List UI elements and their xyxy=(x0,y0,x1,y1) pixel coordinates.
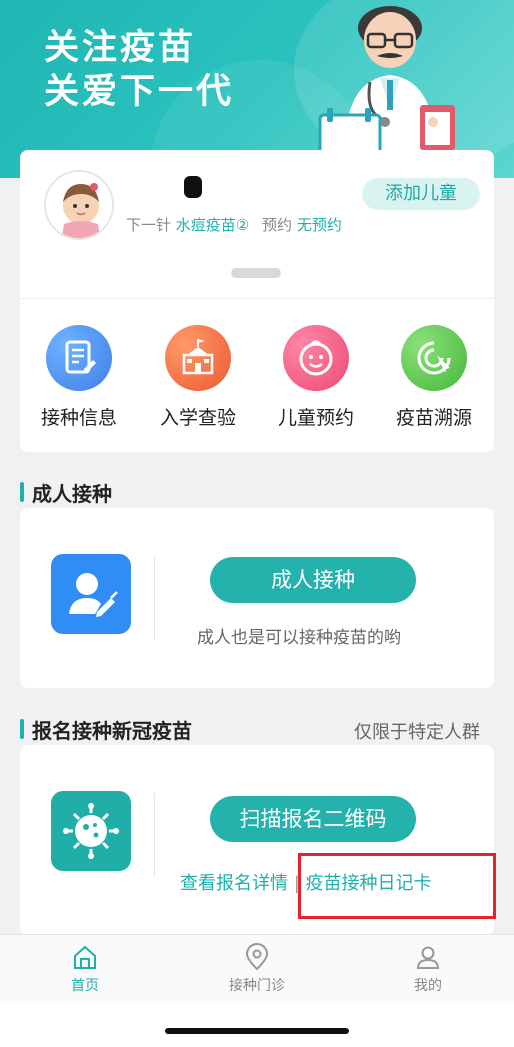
appointment-status[interactable]: 无预约 xyxy=(297,216,342,234)
covid-section-title: 报名接种新冠疫苗 xyxy=(20,715,192,744)
baby-face-icon xyxy=(283,325,349,391)
child-card: 添加儿童 下一针 水痘疫苗② 预约 无预约 接种信息 入学查验 儿童预约 疫苗溯… xyxy=(20,150,494,452)
quick-action-label: 接种信息 xyxy=(40,407,117,429)
location-pin-icon xyxy=(245,943,269,971)
appointment-label: 预约 xyxy=(262,216,293,234)
carousel-indicator[interactable] xyxy=(231,268,281,278)
bottom-tab-bar: 首页 接种门诊 我的 xyxy=(0,934,514,1004)
quick-action-vaccination-info[interactable]: 接种信息 xyxy=(29,325,129,430)
tab-me[interactable]: 我的 xyxy=(378,943,478,995)
divider xyxy=(20,298,494,299)
redacted-name xyxy=(138,176,202,198)
quick-action-label: 儿童预约 xyxy=(277,407,354,429)
banner-title-line2: 关爱下一代 xyxy=(44,72,235,112)
highlight-box xyxy=(298,853,496,919)
tab-home[interactable]: 首页 xyxy=(35,943,135,995)
school-icon xyxy=(165,325,231,391)
banner-title: 关注疫苗 关爱下一代 xyxy=(44,26,234,114)
adult-vaccination-card: 成人接种 成人也是可以接种疫苗的哟 xyxy=(20,508,494,688)
document-edit-icon xyxy=(46,325,112,391)
adult-vaccination-icon xyxy=(51,554,131,634)
quick-action-vaccine-trace[interactable]: 疫苗溯源 xyxy=(384,325,484,430)
adult-vaccination-button[interactable]: 成人接种 xyxy=(210,557,416,603)
tab-me-label: 我的 xyxy=(414,978,442,994)
view-registration-details-link[interactable]: 查看报名详情 xyxy=(180,873,288,894)
scan-qr-button[interactable]: 扫描报名二维码 xyxy=(210,796,416,842)
quick-action-school-check[interactable]: 入学查验 xyxy=(148,325,248,430)
tab-clinic[interactable]: 接种门诊 xyxy=(207,943,307,995)
home-indicator[interactable] xyxy=(165,1028,349,1034)
home-icon xyxy=(74,945,96,969)
divider xyxy=(154,793,155,877)
quick-action-label: 疫苗溯源 xyxy=(395,407,472,429)
tab-clinic-label: 接种门诊 xyxy=(229,978,285,994)
quick-action-label: 入学查验 xyxy=(159,407,236,429)
virus-icon xyxy=(51,791,131,871)
divider xyxy=(154,556,155,640)
add-child-button[interactable]: 添加儿童 xyxy=(362,178,480,210)
quick-action-child-appointment[interactable]: 儿童预约 xyxy=(266,325,366,430)
child-avatar[interactable] xyxy=(44,170,114,240)
adult-section-title: 成人接种 xyxy=(20,478,112,507)
next-prefix: 下一针 xyxy=(126,216,172,234)
adult-subtext: 成人也是可以接种疫苗的哟 xyxy=(197,628,401,648)
next-dose-line: 下一针 水痘疫苗② 预约 无预约 xyxy=(126,214,342,235)
home-indicator-area xyxy=(0,1004,514,1047)
tab-home-label: 首页 xyxy=(71,978,99,994)
baby-avatar-icon xyxy=(61,183,101,238)
user-icon xyxy=(416,946,440,969)
covid-section-note: 仅限于特定人群 xyxy=(354,722,480,743)
banner-title-line1: 关注疫苗 xyxy=(44,28,197,68)
doctor-illustration xyxy=(318,6,455,150)
next-vaccine-link[interactable]: 水痘疫苗② xyxy=(176,216,249,234)
trace-icon xyxy=(401,325,467,391)
